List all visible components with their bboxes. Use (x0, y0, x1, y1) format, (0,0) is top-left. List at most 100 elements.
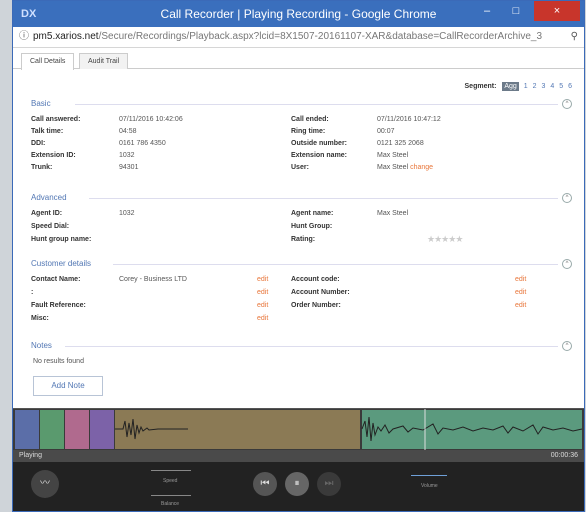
url-host: pm5.xarios.net (33, 31, 99, 42)
ring-time-value: 00:07 (377, 128, 395, 135)
user-value: Max Steel (377, 164, 409, 171)
collapse-basic-icon[interactable]: ^ (562, 99, 572, 109)
url-path: /Secure/Recordings/Playback.aspx?lcid=8X… (98, 31, 543, 42)
previous-icon[interactable]: ⏮ (253, 472, 277, 496)
balance-label: Balance (161, 501, 180, 507)
collapse-advanced-icon[interactable]: ^ (562, 193, 572, 203)
volume-label: Volume (421, 483, 438, 489)
extension-name-value: Max Steel (377, 152, 409, 159)
collapse-customer-icon[interactable]: ^ (562, 259, 572, 269)
basic-title: Basic (31, 99, 51, 108)
ddi-value: 0161 786 4350 (119, 140, 166, 147)
extension-id-label: Extension ID: (31, 152, 76, 159)
volume-slider[interactable] (411, 475, 447, 476)
info-icon[interactable]: ⓘ (19, 27, 29, 47)
player-status-bar: Playing 00:00:36 (13, 450, 584, 462)
notes-section-header: Notes ^ (31, 341, 574, 351)
fault-reference-label: Fault Reference: (31, 302, 86, 309)
player-status: Playing (19, 452, 42, 459)
edit-contact-name-link[interactable]: edit (257, 276, 268, 283)
account-number-label: Account Number: (291, 289, 350, 296)
call-answered-value: 07/11/2016 10:42:06 (119, 116, 183, 123)
pause-icon[interactable]: ⏸ (285, 472, 309, 496)
segment-1[interactable]: 1 (524, 83, 528, 90)
tab-bar: Call Details Audit Trail (13, 48, 584, 70)
tab-audit-trail[interactable]: Audit Trail (79, 53, 129, 69)
waveform-toggle-icon[interactable]: 〰 (31, 470, 59, 498)
segment-label: Segment: (464, 83, 497, 90)
add-note-button[interactable]: Add Note (33, 376, 103, 396)
segment-5[interactable]: 5 (559, 83, 563, 90)
hunt-group-name-label: Hunt group name: (31, 236, 92, 243)
title-bar: DX Call Recorder | Playing Recording - G… (13, 1, 584, 27)
tab-call-details[interactable]: Call Details (21, 53, 75, 70)
waveform[interactable] (13, 408, 584, 451)
edit-order-number-link[interactable]: edit (515, 302, 526, 309)
change-user-link[interactable]: change (410, 164, 433, 171)
speed-dial-label: Speed Dial: (31, 223, 70, 230)
talk-time-label: Talk time: (31, 128, 64, 135)
url-text[interactable]: pm5.xarios.net/Secure/Recordings/Playbac… (33, 27, 562, 47)
notes-title: Notes (31, 341, 52, 350)
user-label: User: (291, 164, 309, 171)
segment-selector: Segment: Agg 1 2 3 4 5 6 (464, 82, 572, 91)
edit-blank-field-link[interactable]: edit (257, 289, 268, 296)
extension-name-label: Extension name: (291, 152, 348, 159)
outside-number-value: 0121 325 2068 (377, 140, 424, 147)
balance-slider[interactable] (151, 495, 191, 496)
player-controls: 〰 Speed Balance ⏮ ⏸ ⏭ Volume (13, 462, 584, 511)
address-bar[interactable]: ⓘ pm5.xarios.net/Secure/Recordings/Playb… (13, 27, 584, 48)
advanced-section-header: Advanced ^ (31, 193, 574, 203)
player-time: 00:00:36 (550, 452, 578, 459)
star-icon[interactable]: ★ (455, 234, 463, 244)
order-number-label: Order Number: (291, 302, 341, 309)
speed-label: Speed (163, 478, 178, 484)
segment-2[interactable]: 2 (533, 83, 537, 90)
speed-slider[interactable] (151, 470, 191, 471)
agent-id-label: Agent ID: (31, 210, 63, 217)
outside-number-label: Outside number: (291, 140, 348, 147)
misc-label: Misc: (31, 315, 49, 322)
agent-id-value: 1032 (119, 210, 135, 217)
close-button[interactable]: × (534, 1, 580, 21)
waveform-trace (115, 409, 583, 450)
edit-account-number-link[interactable]: edit (515, 289, 526, 296)
rating-label: Rating: (291, 236, 316, 243)
audio-player: Playing 00:00:36 〰 Speed Balance ⏮ ⏸ ⏭ V… (13, 408, 584, 511)
edit-fault-reference-link[interactable]: edit (257, 302, 268, 309)
customer-section-header: Customer details ^ (31, 259, 574, 269)
contact-name-value: Corey - Business LTD (119, 276, 187, 283)
segment-agg[interactable]: Agg (502, 82, 519, 91)
segment-3[interactable]: 3 (542, 83, 546, 90)
agent-name-label: Agent name: (291, 210, 334, 217)
edit-account-code-link[interactable]: edit (515, 276, 526, 283)
rating-stars[interactable]: ★★★★★ (427, 234, 463, 244)
edit-misc-link[interactable]: edit (257, 315, 268, 322)
blank-field-label: : (31, 289, 34, 296)
contact-name-label: Contact Name: (31, 276, 81, 283)
collapse-notes-icon[interactable]: ^ (562, 341, 572, 351)
trunk-label: Trunk: (31, 164, 53, 171)
browser-window: DX Call Recorder | Playing Recording - G… (12, 0, 585, 512)
talk-time-value: 04:58 (119, 128, 137, 135)
account-code-label: Account code: (291, 276, 340, 283)
extension-id-value: 1032 (119, 152, 135, 159)
hunt-group-label: Hunt Group: (291, 223, 333, 230)
advanced-title: Advanced (31, 193, 67, 202)
call-answered-label: Call answered: (31, 116, 81, 123)
call-ended-value: 07/11/2016 10:47:12 (377, 116, 441, 123)
notes-empty-text: No results found (33, 358, 84, 365)
basic-section-header: Basic ^ (31, 99, 574, 109)
trunk-value: 94301 (119, 164, 139, 171)
segment-4[interactable]: 4 (550, 83, 554, 90)
maximize-button[interactable]: □ (503, 1, 529, 21)
call-ended-label: Call ended: (291, 116, 329, 123)
ddi-label: DDI: (31, 140, 46, 147)
customer-title: Customer details (31, 259, 92, 268)
minimize-button[interactable]: – (474, 1, 500, 21)
next-icon[interactable]: ⏭ (317, 472, 341, 496)
ring-time-label: Ring time: (291, 128, 326, 135)
zoom-icon[interactable]: ⚲ (571, 27, 578, 47)
agent-name-value: Max Steel (377, 210, 409, 217)
segment-6[interactable]: 6 (568, 83, 572, 90)
